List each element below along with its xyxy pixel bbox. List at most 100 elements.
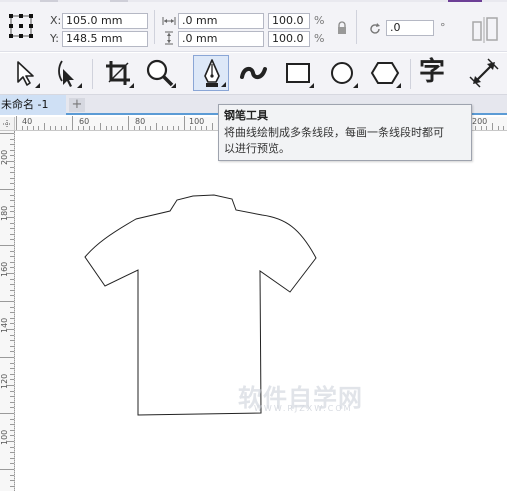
ruler-tick — [144, 126, 146, 130]
ruler-tick — [60, 126, 62, 130]
watermark-url: WWW.RJZXW.COM — [254, 404, 353, 413]
ruler-tick — [178, 126, 180, 130]
watermark: 软件自学网 WWW.RJZXW.COM — [238, 378, 388, 418]
ruler-tick — [72, 116, 73, 130]
flyout-indicator-icon — [35, 83, 40, 88]
drawing-canvas[interactable] — [15, 131, 507, 491]
x-position-field[interactable]: 105.0 mm — [62, 13, 148, 29]
zoom-tool-button[interactable] — [142, 55, 178, 91]
ruler-tick — [111, 126, 113, 130]
ruler-tick — [0, 301, 14, 302]
y-position-field[interactable]: 148.5 mm — [62, 31, 148, 47]
ruler-tick — [94, 126, 96, 130]
ruler-tick — [44, 123, 45, 130]
ruler-tick — [55, 126, 57, 130]
ruler-tick — [167, 126, 169, 130]
ruler-tick — [128, 116, 129, 130]
rectangle-tool-button[interactable] — [280, 55, 316, 91]
ellipse-tool-button[interactable] — [324, 55, 360, 91]
ruler-label: 40 — [22, 117, 33, 126]
width-field[interactable]: .0 mm — [178, 13, 264, 29]
ruler-tick — [38, 126, 40, 130]
ruler-tick — [212, 123, 213, 130]
object-origin-icon[interactable] — [8, 13, 34, 39]
ruler-tick — [7, 273, 14, 274]
pen-tool-button[interactable] — [193, 55, 229, 91]
ruler-label: 140 — [0, 317, 9, 333]
ruler-label: 120 — [0, 373, 9, 389]
pick-tool-button[interactable] — [6, 55, 42, 91]
tooltip-body-line: 以进行预览。 — [224, 142, 290, 155]
ruler-tick — [105, 126, 107, 130]
ruler-label: 160 — [0, 261, 9, 277]
ruler-tick — [7, 161, 14, 162]
ruler-tick — [161, 126, 163, 130]
ruler-tick — [492, 123, 493, 130]
crop-tool-button[interactable] — [100, 55, 136, 91]
ruler-tick — [0, 133, 14, 134]
polygon-tool-button[interactable] — [367, 55, 403, 91]
ruler-label: 100 — [0, 429, 9, 445]
y-label: Y: — [50, 32, 59, 45]
ruler-label: 60 — [79, 117, 90, 126]
height-field[interactable]: .0 mm — [178, 31, 264, 47]
ruler-tick — [139, 126, 141, 130]
tooltip-body-line: 将曲线绘制成多条线段，每画一条线段时都可 — [224, 126, 444, 139]
ruler-tick — [0, 357, 14, 358]
ruler-tick — [133, 126, 135, 130]
vertical-ruler[interactable]: 200 180 160 140 120 100 — [0, 131, 15, 491]
ruler-tick — [195, 126, 197, 130]
ruler-tick — [21, 126, 23, 130]
ruler-tick — [66, 126, 68, 130]
scale-y-field[interactable]: 100.0 — [268, 31, 310, 47]
ruler-tick — [172, 126, 174, 130]
height-icon — [164, 31, 174, 45]
ruler-tick — [16, 116, 17, 130]
ruler-origin-corner[interactable] — [0, 117, 15, 131]
ruler-tick — [475, 126, 477, 130]
mirror-icon[interactable] — [470, 16, 502, 44]
lock-ratio-icon[interactable] — [336, 21, 348, 35]
separator — [410, 59, 411, 89]
ruler-tick — [7, 441, 14, 442]
flyout-indicator-icon — [129, 83, 134, 88]
flyout-indicator-icon — [353, 83, 358, 88]
ruler-tick — [206, 126, 208, 130]
ruler-tick — [77, 126, 79, 130]
flyout-indicator-icon — [221, 82, 226, 87]
ruler-tick — [83, 126, 85, 130]
ruler-tick — [116, 126, 118, 130]
text-tool-button[interactable]: 字 — [416, 55, 452, 91]
ruler-tick — [189, 126, 191, 130]
ruler-tick — [49, 126, 51, 130]
add-tab-button[interactable]: + — [69, 98, 85, 112]
ruler-tick — [200, 126, 202, 130]
rotation-icon — [368, 22, 382, 36]
ruler-tick — [0, 245, 14, 246]
flyout-indicator-icon — [77, 83, 82, 88]
ruler-tick — [497, 126, 499, 130]
flyout-indicator-icon — [171, 83, 176, 88]
flyout-indicator-icon — [396, 83, 401, 88]
ruler-tick — [486, 126, 488, 130]
ruler-label: 180 — [0, 205, 9, 221]
scale-x-percent: % — [314, 14, 325, 27]
shape-tool-button[interactable] — [48, 55, 84, 91]
scale-y-percent: % — [314, 32, 325, 45]
scale-x-field[interactable]: 100.0 — [268, 13, 310, 29]
ruler-label: 200 — [0, 149, 9, 165]
ruler-tick — [32, 126, 34, 130]
ruler-label: 80 — [135, 117, 146, 126]
ruler-tick — [150, 126, 152, 130]
dimension-icon — [469, 58, 499, 88]
artistic-media-tool-button[interactable] — [236, 55, 272, 91]
text-tool-icon: 字 — [419, 57, 446, 87]
pen-tool-tooltip: 钢笔工具 将曲线绘制成多条线段，每画一条线段时都可 以进行预览。 — [218, 104, 472, 161]
document-tab[interactable]: 未命名 -1 — [0, 95, 66, 115]
brush-stroke-icon — [240, 66, 267, 80]
tooltip-title: 钢笔工具 — [224, 109, 268, 122]
dimension-tool-button[interactable] — [466, 55, 502, 91]
separator — [92, 59, 93, 89]
rotation-field[interactable]: .0 — [386, 20, 434, 36]
ruler-tick — [480, 126, 482, 130]
